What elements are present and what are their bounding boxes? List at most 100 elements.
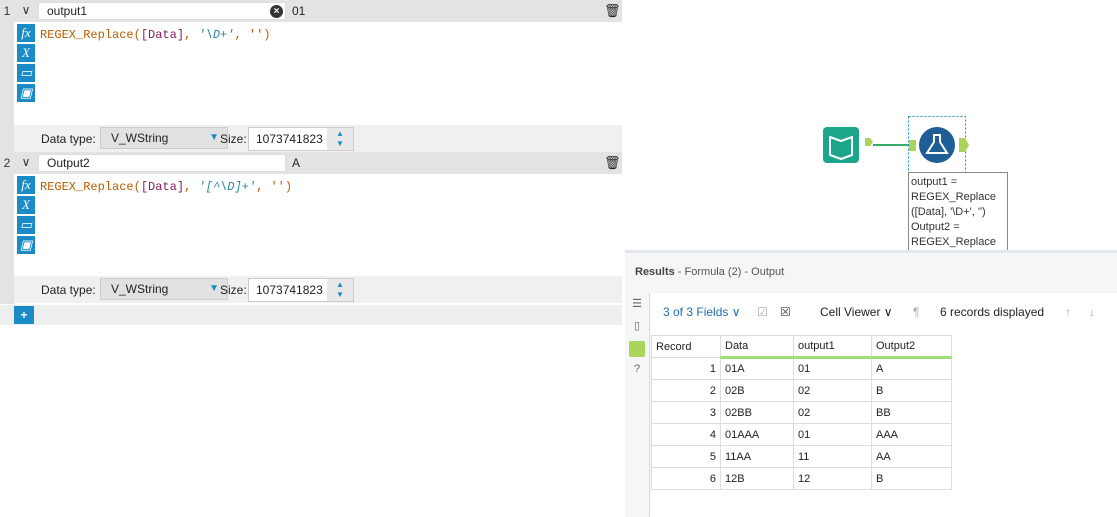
data-type-label: Data type: [41, 132, 96, 146]
data-icon[interactable] [629, 341, 645, 357]
data-type-select[interactable]: V_WString ▼ [100, 278, 228, 300]
column-header[interactable]: Record [651, 335, 721, 358]
expression-number: 1 [3, 4, 11, 18]
expression-editor[interactable]: REGEX_Replace([Data], '[^\D]+', '') [40, 180, 292, 194]
table-cell[interactable]: A [871, 357, 952, 380]
clear-icon[interactable]: × [270, 5, 283, 18]
metadata-icon[interactable]: ▯ [629, 319, 645, 335]
table-cell[interactable]: 12 [793, 467, 872, 490]
size-value: 1073741823 [256, 283, 323, 297]
folder-open-icon[interactable]: ▭ [17, 64, 35, 82]
input-tool-icon[interactable] [823, 127, 859, 163]
table-cell[interactable]: 12B [720, 467, 794, 490]
table-cell[interactable]: 02 [793, 401, 872, 424]
output-field-name-input[interactable]: output1 [38, 2, 286, 20]
output-anchor-icon[interactable] [865, 138, 873, 146]
table-cell[interactable]: 01 [793, 357, 872, 380]
column-header[interactable]: Data [720, 335, 794, 359]
arrow-up-icon[interactable]: ↑ [1065, 305, 1071, 319]
table-cell[interactable]: 01AAA [720, 423, 794, 446]
column-header[interactable]: output1 [793, 335, 872, 359]
expression-editor[interactable]: REGEX_Replace([Data], '\D+', '') [40, 28, 270, 42]
size-input[interactable]: 1073741823 ▲ ▼ [248, 127, 354, 151]
annotation-line: Output2 = [911, 221, 960, 233]
chevron-down-icon[interactable]: ∨ [16, 3, 36, 19]
size-value: 1073741823 [256, 132, 323, 146]
cell-viewer-dropdown[interactable]: Cell Viewer ∨ [820, 305, 893, 319]
expression-number: 2 [3, 156, 11, 170]
table-cell[interactable]: 02 [793, 379, 872, 402]
table-cell[interactable]: AAA [871, 423, 952, 446]
size-input[interactable]: 1073741823 ▲ ▼ [248, 278, 354, 302]
pilcrow-icon[interactable]: ¶ [913, 305, 919, 319]
table-cell[interactable]: 01 [793, 423, 872, 446]
table-cell[interactable]: 3 [651, 401, 721, 424]
folder-open-icon[interactable]: ▭ [17, 216, 35, 234]
expression-header: 1 ∨ output1 × 01 🗑 [0, 0, 622, 22]
function-icon[interactable]: fx [17, 176, 35, 194]
table-cell[interactable]: 1 [651, 357, 721, 380]
table-cell[interactable]: 11AA [720, 445, 794, 468]
function-icon[interactable]: fx [17, 24, 35, 42]
add-expression-row: + [0, 305, 622, 325]
table-cell[interactable]: B [871, 467, 952, 490]
trash-icon[interactable]: 🗑 [604, 155, 621, 171]
code-sep: , [184, 180, 199, 194]
table-cell[interactable]: AA [871, 445, 952, 468]
save-icon[interactable]: ▣ [17, 84, 35, 102]
table-row: 3 02BB 02 BB [651, 401, 952, 424]
caret-down-icon: ▼ [209, 132, 219, 143]
results-heading: Results [635, 266, 675, 278]
code-pattern: '\D+' [198, 28, 235, 42]
table-cell[interactable]: 01A [720, 357, 794, 380]
workflow-svg [823, 116, 969, 173]
add-expression-button[interactable]: + [14, 306, 34, 324]
column-header[interactable]: Output2 [871, 335, 952, 359]
checkbox-icon[interactable]: ☑ [757, 305, 768, 319]
help-icon[interactable]: ? [629, 363, 645, 379]
annotation-line: REGEX_Replace [911, 236, 996, 248]
formula-tool-icon[interactable] [919, 127, 955, 163]
cell-viewer-label: Cell Viewer [820, 305, 881, 319]
table-cell[interactable]: 02BB [720, 401, 794, 424]
code-rest: , '') [256, 180, 293, 194]
results-title: Results - Formula (2) - Output [635, 266, 784, 278]
table-cell[interactable]: 02B [720, 379, 794, 402]
table-cell[interactable]: 2 [651, 379, 721, 402]
annotation-line: ([Data], '\D+', '') [911, 206, 986, 218]
expression-tools: fx X ▭ ▣ [17, 176, 35, 256]
size-label: Size: [220, 283, 247, 297]
code-field: [Data] [140, 180, 185, 194]
table-cell[interactable]: 11 [793, 445, 872, 468]
table-cell[interactable]: 6 [651, 467, 721, 490]
trash-icon[interactable]: 🗑 [604, 3, 621, 19]
workflow-canvas[interactable] [625, 0, 1117, 250]
arrow-down-icon[interactable]: ↓ [1089, 305, 1095, 319]
expression-header: 2 ∨ Output2 A 🗑 [0, 152, 622, 174]
table-row: 1 01A 01 A [651, 357, 952, 380]
fields-dropdown[interactable]: 3 of 3 Fields ∨ [663, 305, 741, 319]
output-field-name-input[interactable]: Output2 [38, 154, 286, 172]
code-func: REGEX_Replace( [40, 180, 141, 194]
expression-preview: 01 [292, 4, 306, 18]
save-icon[interactable]: ▣ [17, 236, 35, 254]
output-anchor-icon[interactable] [959, 138, 969, 152]
variable-icon[interactable]: X [17, 44, 35, 62]
caret-down-icon: ▼ [209, 283, 219, 294]
list-icon[interactable]: ☰ [629, 297, 645, 313]
table-cell[interactable]: B [871, 379, 952, 402]
results-toolbar: 3 of 3 Fields ∨ ☑ ☒ Cell Viewer ∨ ¶ 6 re… [651, 293, 1117, 331]
deselect-icon[interactable]: ☒ [780, 305, 791, 319]
expression-tools: fx X ▭ ▣ [17, 24, 35, 104]
spinner-icon[interactable]: ▲ ▼ [327, 279, 353, 301]
variable-icon[interactable]: X [17, 196, 35, 214]
table-cell[interactable]: BB [871, 401, 952, 424]
record-count: 6 records displayed [940, 305, 1045, 319]
data-type-select[interactable]: V_WString ▼ [100, 127, 228, 149]
table-cell[interactable]: 4 [651, 423, 721, 446]
input-anchor-icon[interactable] [909, 140, 916, 151]
chevron-down-icon[interactable]: ∨ [16, 155, 36, 171]
code-field: [Data] [140, 28, 185, 42]
spinner-icon[interactable]: ▲ ▼ [327, 128, 353, 150]
table-cell[interactable]: 5 [651, 445, 721, 468]
